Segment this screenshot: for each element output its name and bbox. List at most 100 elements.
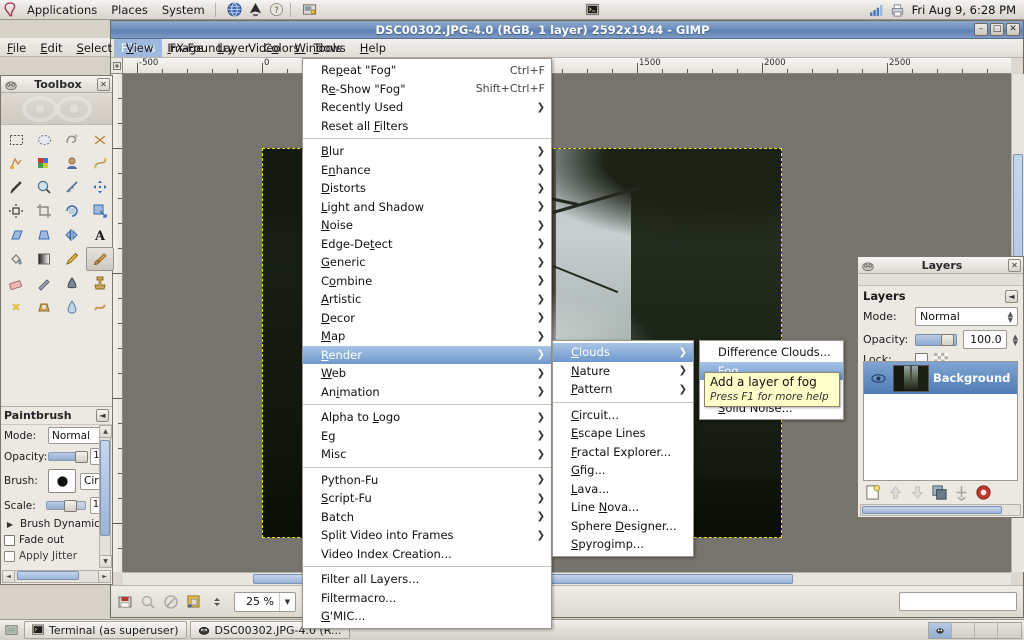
heal-icon[interactable]: [2, 295, 30, 319]
workspace-switcher[interactable]: [928, 621, 1022, 639]
screenshot-icon[interactable]: [300, 1, 319, 19]
filters-menu-item[interactable]: Repeat "Fog" Ctrl+F: [303, 61, 551, 80]
paths-icon[interactable]: [86, 151, 114, 175]
ink-icon[interactable]: [58, 271, 86, 295]
zoom-combo[interactable]: 25 % ▼: [234, 591, 296, 612]
lower-layer-icon[interactable]: [909, 484, 926, 501]
ellipse-select-icon[interactable]: [30, 127, 58, 151]
filters-menu-item[interactable]: Recently Used ❯: [303, 98, 551, 117]
filters-menu-item[interactable]: Script-Fu ❯: [303, 489, 551, 508]
crop-icon[interactable]: [30, 199, 58, 223]
tool-options-hscroll-thumb[interactable]: [17, 571, 79, 580]
flip-icon[interactable]: [58, 223, 86, 247]
eraser-icon[interactable]: [2, 271, 30, 295]
brush-dynamics-row[interactable]: ▶ Brush Dynamics: [1, 516, 112, 532]
render-submenu-item[interactable]: Escape Lines: [553, 424, 693, 443]
opacity-slider[interactable]: [48, 451, 88, 463]
clouds-submenu-item[interactable]: Difference Clouds...: [700, 343, 843, 362]
render-submenu-item[interactable]: Fractal Explorer...: [553, 443, 693, 462]
menu-layer[interactable]: Layer: [210, 39, 256, 57]
filters-menu-item[interactable]: Eg ❯: [303, 427, 551, 446]
layers-close-button[interactable]: ✕: [1008, 258, 1021, 272]
filters-menu-item[interactable]: Light and Shadow ❯: [303, 198, 551, 217]
shear-icon[interactable]: [2, 223, 30, 247]
filters-menu-item[interactable]: Artistic ❯: [303, 290, 551, 309]
web-browser-icon[interactable]: [225, 1, 244, 19]
filters-menu-item[interactable]: Filtermacro...: [303, 589, 551, 608]
menu-view[interactable]: View: [119, 39, 160, 57]
filters-menu-item[interactable]: G'MIC...: [303, 607, 551, 626]
filters-menu-item[interactable]: Combine ❯: [303, 272, 551, 291]
menu-edit[interactable]: Edit: [33, 39, 69, 57]
filters-menu-item[interactable]: Render ❯: [303, 345, 551, 364]
layer-mode-combo[interactable]: Normal ▲ ▼: [915, 307, 1018, 326]
select-by-color-icon[interactable]: [30, 151, 58, 175]
inkscape-icon[interactable]: [246, 1, 265, 19]
menu-tools[interactable]: Tools: [307, 39, 349, 57]
render-submenu-item[interactable]: Circuit...: [553, 406, 693, 425]
window-titlebar[interactable]: DSC00302.JPG-4.0 (RGB, 1 layer) 2592x194…: [111, 21, 1023, 39]
text-icon[interactable]: A: [86, 223, 114, 247]
rotate-icon[interactable]: [58, 199, 86, 223]
scroll-up-arrow-icon[interactable]: ▲: [99, 425, 112, 438]
menu-help[interactable]: Help: [353, 39, 393, 57]
blur-sharpen-icon[interactable]: [58, 295, 86, 319]
scale-icon[interactable]: [86, 199, 114, 223]
terminal-launcher-icon[interactable]: [583, 1, 602, 19]
render-submenu[interactable]: Clouds ❯ Nature ❯ Pattern ❯ Circuit... Escape L…: [552, 340, 694, 557]
color-picker-icon[interactable]: [2, 175, 30, 199]
perspective-clone-icon[interactable]: [30, 295, 58, 319]
filters-menu-item[interactable]: Generic ❯: [303, 253, 551, 272]
filters-menu-item[interactable]: Distorts ❯: [303, 179, 551, 198]
detach-icon[interactable]: ◄: [96, 409, 109, 422]
filters-menu-item[interactable]: Noise ❯: [303, 216, 551, 235]
menu-colors[interactable]: Colors: [256, 39, 306, 57]
system-menu[interactable]: System: [155, 2, 212, 18]
alignment-icon[interactable]: [2, 199, 30, 223]
new-layer-icon[interactable]: [865, 484, 882, 501]
zoom-icon[interactable]: [30, 175, 58, 199]
paintbrush-icon[interactable]: [86, 247, 114, 271]
navigate-icon[interactable]: [138, 592, 158, 612]
filters-menu-item[interactable]: Alpha to Logo ❯: [303, 408, 551, 427]
pencil-icon[interactable]: [58, 247, 86, 271]
close-button[interactable]: ✕: [1006, 23, 1020, 36]
scroll-down-arrow-icon[interactable]: ▼: [99, 555, 112, 568]
render-submenu-item[interactable]: Line Nova...: [553, 498, 693, 517]
brush-preview-button[interactable]: [48, 469, 76, 493]
foreground-select-icon[interactable]: [58, 151, 86, 175]
show-desktop-icon[interactable]: [2, 621, 21, 639]
ruler-origin-button[interactable]: [111, 58, 123, 74]
gnome-foot-icon[interactable]: [0, 1, 20, 19]
save-icon[interactable]: [115, 592, 135, 612]
help-icon[interactable]: ?: [267, 1, 286, 19]
menu-select[interactable]: Select: [70, 39, 120, 57]
network-signal-icon[interactable]: [867, 1, 886, 19]
fuzzy-select-icon[interactable]: [2, 151, 30, 175]
menu-file[interactable]: File: [0, 39, 33, 57]
clone-icon[interactable]: [86, 271, 114, 295]
smudge-icon[interactable]: [86, 295, 114, 319]
filters-menu-item[interactable]: Split Video into Frames ❯: [303, 526, 551, 545]
bucket-fill-icon[interactable]: [2, 247, 30, 271]
perspective-icon[interactable]: [30, 223, 58, 247]
layer-opacity-value[interactable]: 100.0: [962, 330, 1007, 349]
clock[interactable]: Fri Aug 9, 6:28 PM: [908, 3, 1024, 17]
render-submenu-item[interactable]: Sphere Designer...: [553, 517, 693, 536]
filters-menu-item[interactable]: Video Index Creation...: [303, 545, 551, 564]
render-submenu-item[interactable]: Clouds ❯: [553, 343, 693, 362]
render-submenu-item[interactable]: Pattern ❯: [553, 380, 693, 399]
filters-menu-item[interactable]: Batch ❯: [303, 508, 551, 527]
maximize-button[interactable]: □: [990, 23, 1004, 36]
menu-image[interactable]: Image: [160, 39, 210, 57]
layer-opacity-slider[interactable]: [915, 333, 957, 346]
scale-slider[interactable]: [45, 500, 86, 512]
table-row[interactable]: Background: [864, 362, 1017, 394]
free-select-icon[interactable]: [58, 127, 86, 151]
move-icon[interactable]: [86, 175, 114, 199]
scroll-left-arrow-icon[interactable]: ◄: [2, 570, 15, 583]
filters-menu-item[interactable]: Re-Show "Fog" Shift+Ctrl+F: [303, 80, 551, 99]
rect-select-icon[interactable]: [2, 127, 30, 151]
filters-menu-item[interactable]: Reset all Filters: [303, 117, 551, 136]
applications-menu[interactable]: Applications: [20, 2, 104, 18]
